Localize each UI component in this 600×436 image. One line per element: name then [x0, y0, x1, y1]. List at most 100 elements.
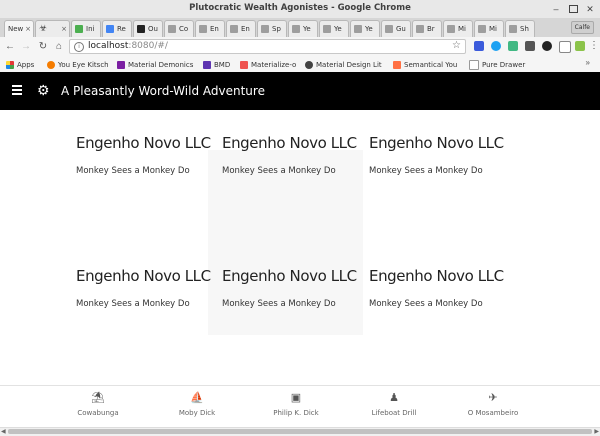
- scrollbar-thumb[interactable]: [8, 429, 592, 434]
- browser-tab[interactable]: Co: [164, 20, 194, 37]
- bottom-nav-o-mosambeiro[interactable]: ✈ O Mosambeiro: [453, 392, 533, 417]
- card-title: Engenho Novo LLC: [222, 134, 357, 152]
- tab-favicon-icon: [385, 25, 393, 33]
- card-subtitle: Monkey Sees a Monkey Do: [222, 166, 336, 176]
- card-subtitle: Monkey Sees a Monkey Do: [369, 166, 483, 176]
- tab-favicon-icon: [416, 25, 424, 33]
- company-card[interactable]: Engenho Novo LLC Monkey Sees a Monkey Do: [76, 267, 211, 309]
- tab-favicon-icon: [478, 25, 486, 33]
- bookmarks-overflow-icon[interactable]: »: [586, 58, 590, 67]
- card-subtitle: Monkey Sees a Monkey Do: [222, 299, 336, 309]
- forward-arrow-icon[interactable]: →: [20, 41, 32, 53]
- tab-favicon-icon: [137, 25, 145, 33]
- tab-favicon-icon: [261, 25, 269, 33]
- browser-tab[interactable]: Ou: [133, 20, 163, 37]
- bottom-nav-lifeboat-drill[interactable]: ♟ Lifeboat Drill: [354, 392, 434, 417]
- browser-tab[interactable]: Ye: [319, 20, 349, 37]
- browser-tab[interactable]: ☣ ×: [35, 20, 70, 37]
- bottom-nav-philip-k-dick[interactable]: ▣ Philip K. Dick: [256, 392, 336, 417]
- bookmark-favicon-icon: [393, 60, 401, 69]
- box-icon: ▣: [290, 392, 302, 404]
- extension-icon[interactable]: [474, 41, 484, 51]
- tab-favicon-icon: [447, 25, 455, 33]
- bottom-nav-cowabunga[interactable]: ⛱ Cowabunga: [58, 392, 138, 417]
- bottom-nav-moby-dick[interactable]: ⛵ Moby Dick: [157, 392, 237, 417]
- extension-icon[interactable]: [542, 41, 552, 51]
- extension-icon[interactable]: [525, 41, 535, 51]
- tab-label: Ye: [303, 25, 311, 33]
- tab-favicon-icon: [509, 25, 517, 33]
- browser-tab[interactable]: Gu: [381, 20, 411, 37]
- apps-grid-icon: [6, 60, 14, 69]
- tab-label: New: [8, 25, 24, 33]
- card-subtitle: Monkey Sees a Monkey Do: [369, 299, 483, 309]
- tab-favicon-icon: [354, 25, 362, 33]
- bookmark-favicon-icon: [203, 60, 211, 69]
- bookmark-item[interactable]: Material Design Lit: [305, 59, 382, 70]
- tab-close-icon[interactable]: ×: [25, 25, 31, 33]
- tab-label: Sp: [272, 25, 281, 33]
- bookmark-star-icon[interactable]: ☆: [452, 40, 461, 51]
- beach-umbrella-icon: ⛱: [91, 392, 105, 404]
- browser-tab[interactable]: Sp: [257, 20, 287, 37]
- browser-tab[interactable]: Mi: [443, 20, 473, 37]
- bookmark-item[interactable]: BMD: [203, 59, 230, 70]
- card-title: Engenho Novo LLC: [369, 267, 504, 285]
- back-arrow-icon[interactable]: ←: [4, 41, 16, 53]
- tab-favicon-icon: [323, 25, 331, 33]
- extension-icon[interactable]: [575, 41, 585, 51]
- bookmark-apps[interactable]: Apps: [6, 59, 34, 70]
- bookmark-item[interactable]: Pure Drawer: [469, 59, 525, 70]
- maximize-button[interactable]: [566, 2, 580, 16]
- card-title: Engenho Novo LLC: [369, 134, 504, 152]
- scroll-left-arrow-icon[interactable]: ◀: [1, 428, 6, 435]
- page-icon: [469, 59, 479, 70]
- browser-tab[interactable]: Re: [102, 20, 132, 37]
- card-title: Engenho Novo LLC: [222, 267, 357, 285]
- browser-tab[interactable]: En: [195, 20, 225, 37]
- tab-label: Mi: [489, 25, 497, 33]
- close-window-button[interactable]: ✕: [583, 2, 597, 16]
- biohazard-icon: ☣: [39, 24, 48, 34]
- tab-close-icon[interactable]: ×: [61, 25, 67, 33]
- site-info-icon[interactable]: i: [74, 42, 84, 52]
- minimize-button[interactable]: –: [549, 2, 563, 16]
- hamburger-icon[interactable]: [12, 85, 22, 95]
- browser-tab[interactable]: En: [226, 20, 256, 37]
- browser-tab[interactable]: Ini: [71, 20, 101, 37]
- address-bar[interactable]: i localhost:8080/#/ ☆: [69, 39, 466, 54]
- browser-tab[interactable]: Mi: [474, 20, 504, 37]
- profile-button[interactable]: Calfe: [570, 21, 594, 34]
- scroll-right-arrow-icon[interactable]: ▶: [594, 428, 599, 435]
- tab-favicon-icon: [168, 25, 176, 33]
- bookmark-item[interactable]: Semantical You: [393, 59, 457, 70]
- browser-tab[interactable]: Ye: [350, 20, 380, 37]
- browser-tab[interactable]: Ye: [288, 20, 318, 37]
- company-card[interactable]: Engenho Novo LLC Monkey Sees a Monkey Do: [76, 134, 211, 176]
- ship-icon: ⛵: [190, 392, 204, 404]
- browser-tab[interactable]: New ×: [4, 20, 34, 37]
- reload-icon[interactable]: ↻: [37, 41, 49, 53]
- company-card[interactable]: Engenho Novo LLC Monkey Sees a Monkey Do: [369, 134, 504, 176]
- twitter-extension-icon[interactable]: [491, 41, 501, 51]
- tab-label: Ini: [86, 25, 95, 33]
- company-card[interactable]: Engenho Novo LLC Monkey Sees a Monkey Do: [369, 267, 504, 309]
- vue-extension-icon[interactable]: [508, 41, 518, 51]
- tab-label: Mi: [458, 25, 466, 33]
- bookmark-item[interactable]: Material Demonics: [117, 59, 193, 70]
- tab-label: Br: [427, 25, 435, 33]
- browser-menu-icon[interactable]: ⋮: [589, 40, 599, 51]
- tab-favicon-icon: [106, 25, 114, 33]
- browser-tab[interactable]: Sh: [505, 20, 535, 37]
- bookmark-item[interactable]: You Eye Kitsch: [47, 59, 109, 70]
- home-icon[interactable]: ⌂: [53, 41, 65, 53]
- window-titlebar: Plutocratic Wealth Agonistes - Google Ch…: [0, 0, 600, 18]
- tab-favicon-icon: [75, 25, 83, 33]
- tab-label: Ye: [334, 25, 342, 33]
- bookmark-item[interactable]: Materialize-o: [240, 59, 296, 70]
- extension-icon[interactable]: [559, 41, 571, 53]
- tab-favicon-icon: [230, 25, 238, 33]
- company-card[interactable]: Engenho Novo LLC Monkey Sees a Monkey Do: [222, 267, 357, 309]
- browser-tab[interactable]: Br: [412, 20, 442, 37]
- company-card[interactable]: Engenho Novo LLC Monkey Sees a Monkey Do: [222, 134, 357, 176]
